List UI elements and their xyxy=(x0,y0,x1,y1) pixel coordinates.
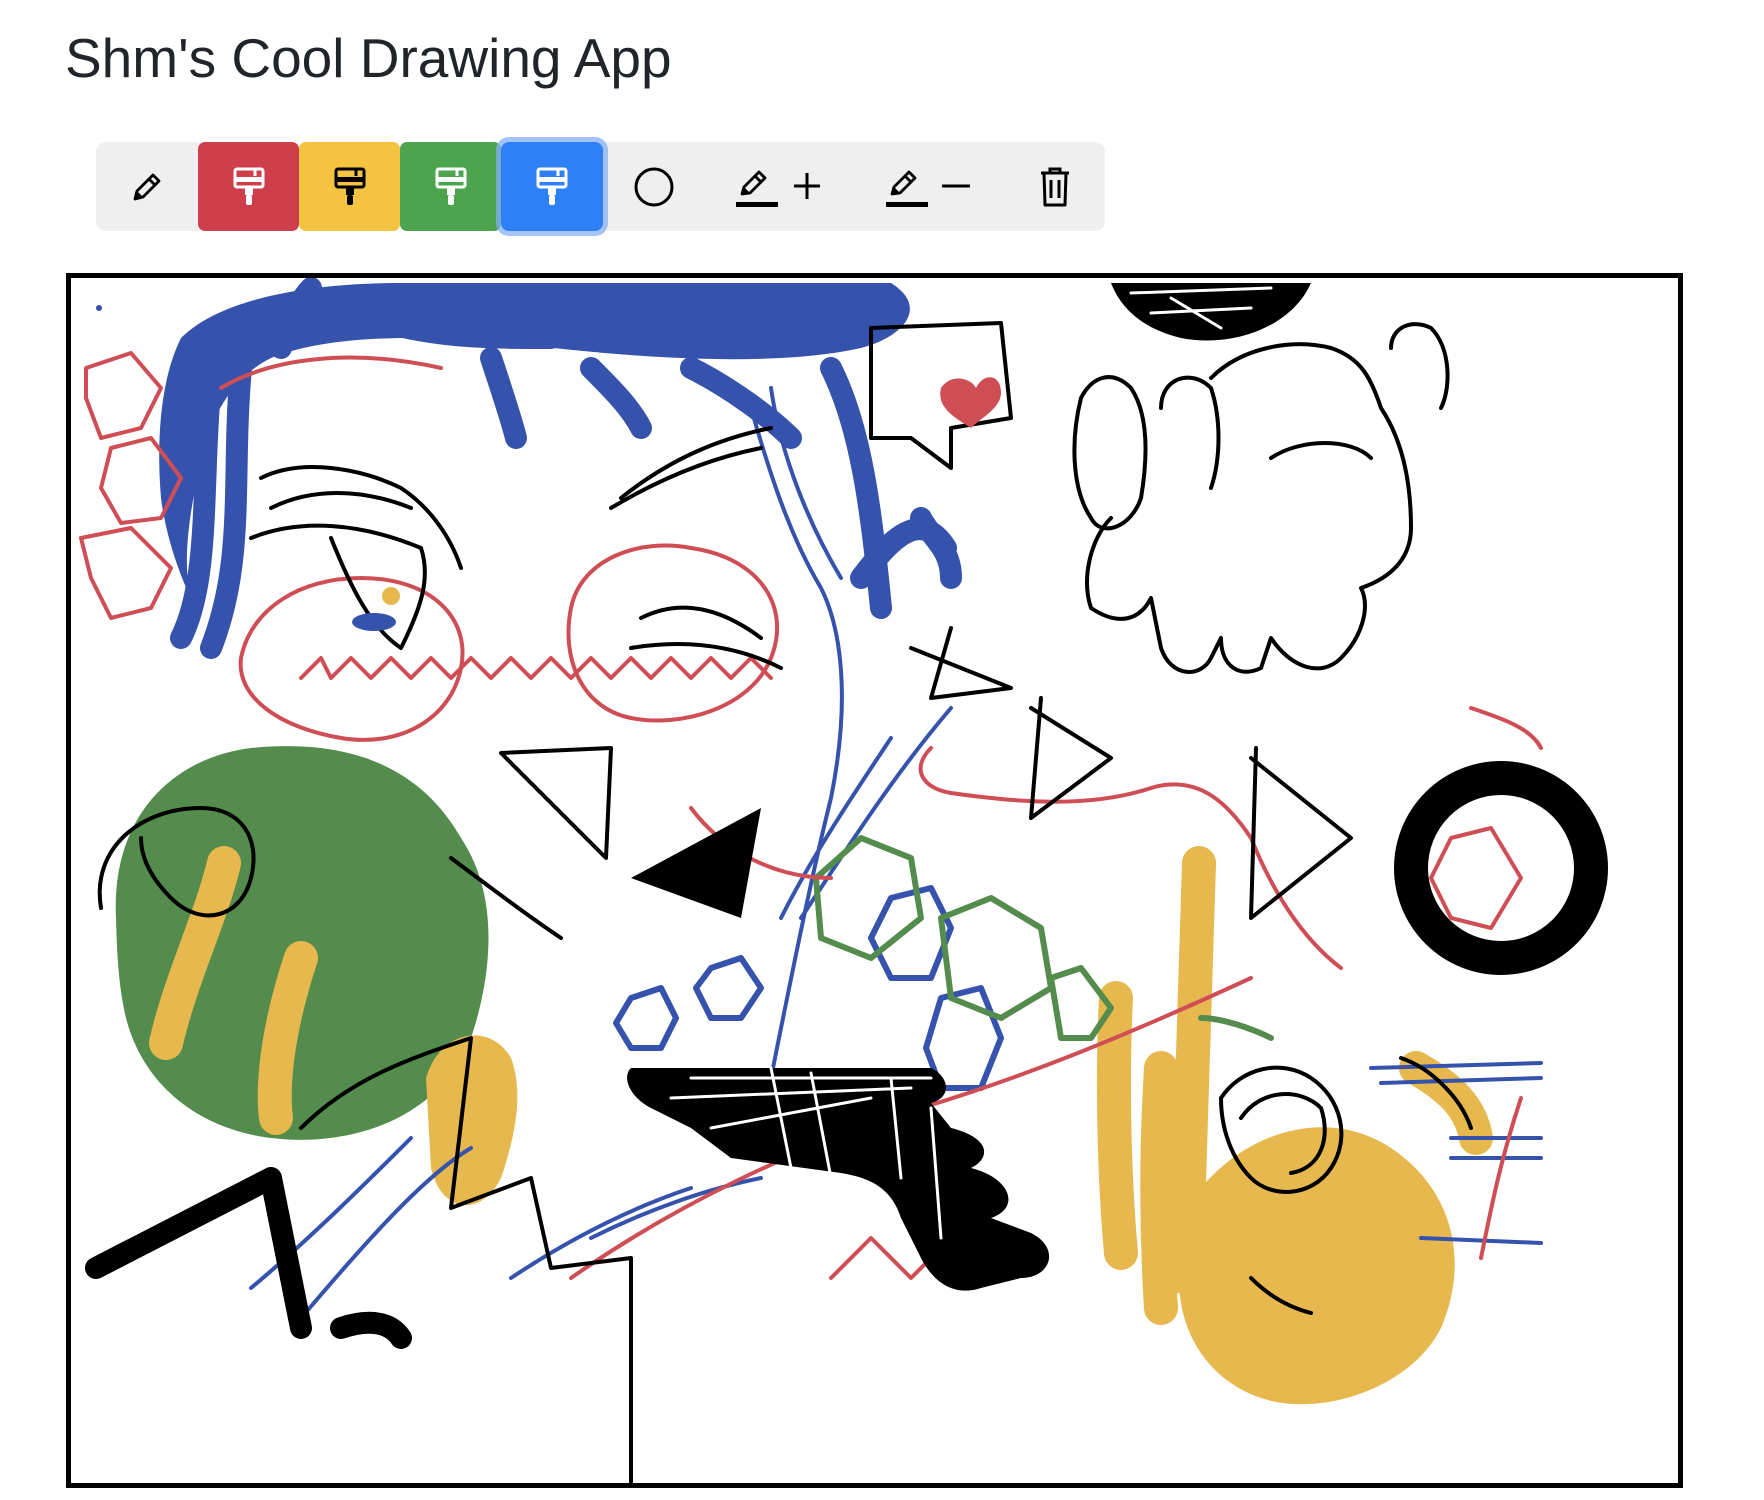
circle-tool-button[interactable] xyxy=(603,142,704,231)
brush-icon xyxy=(435,167,466,205)
increase-width-button[interactable] xyxy=(704,142,854,231)
clear-canvas-button[interactable] xyxy=(1004,142,1105,231)
pencil-plus-icon xyxy=(736,170,820,207)
drawing-canvas[interactable]: Freehand drawing with colored brush stro… xyxy=(66,273,1683,1488)
black-triangle-nose xyxy=(631,808,761,918)
pencil-icon xyxy=(133,173,161,200)
yellow-blob-small xyxy=(426,1035,518,1206)
canvas-drawing xyxy=(79,278,1608,1483)
trash-icon xyxy=(1040,167,1069,206)
blue-dot xyxy=(96,305,102,311)
pencil-tool-button[interactable] xyxy=(96,142,198,231)
red-brush-button[interactable] xyxy=(198,142,299,231)
circle-icon xyxy=(634,167,673,206)
blue-brush-button[interactable] xyxy=(501,142,603,231)
brush-icon xyxy=(334,167,365,205)
green-brush-button[interactable] xyxy=(400,142,501,231)
pencil-minus-icon xyxy=(886,170,970,207)
brush-icon xyxy=(233,167,264,205)
yellow-eye-dot xyxy=(382,587,400,605)
blue-eye-mark xyxy=(352,613,396,631)
page-title: Shm's Cool Drawing App xyxy=(65,27,672,89)
decrease-width-button[interactable] xyxy=(854,142,1004,231)
brush-icon xyxy=(536,167,568,205)
yellow-brush-button[interactable] xyxy=(299,142,400,231)
black-gun-shape xyxy=(627,1068,1050,1291)
toolbar xyxy=(96,142,1105,231)
yellow-blob xyxy=(1179,1127,1455,1405)
